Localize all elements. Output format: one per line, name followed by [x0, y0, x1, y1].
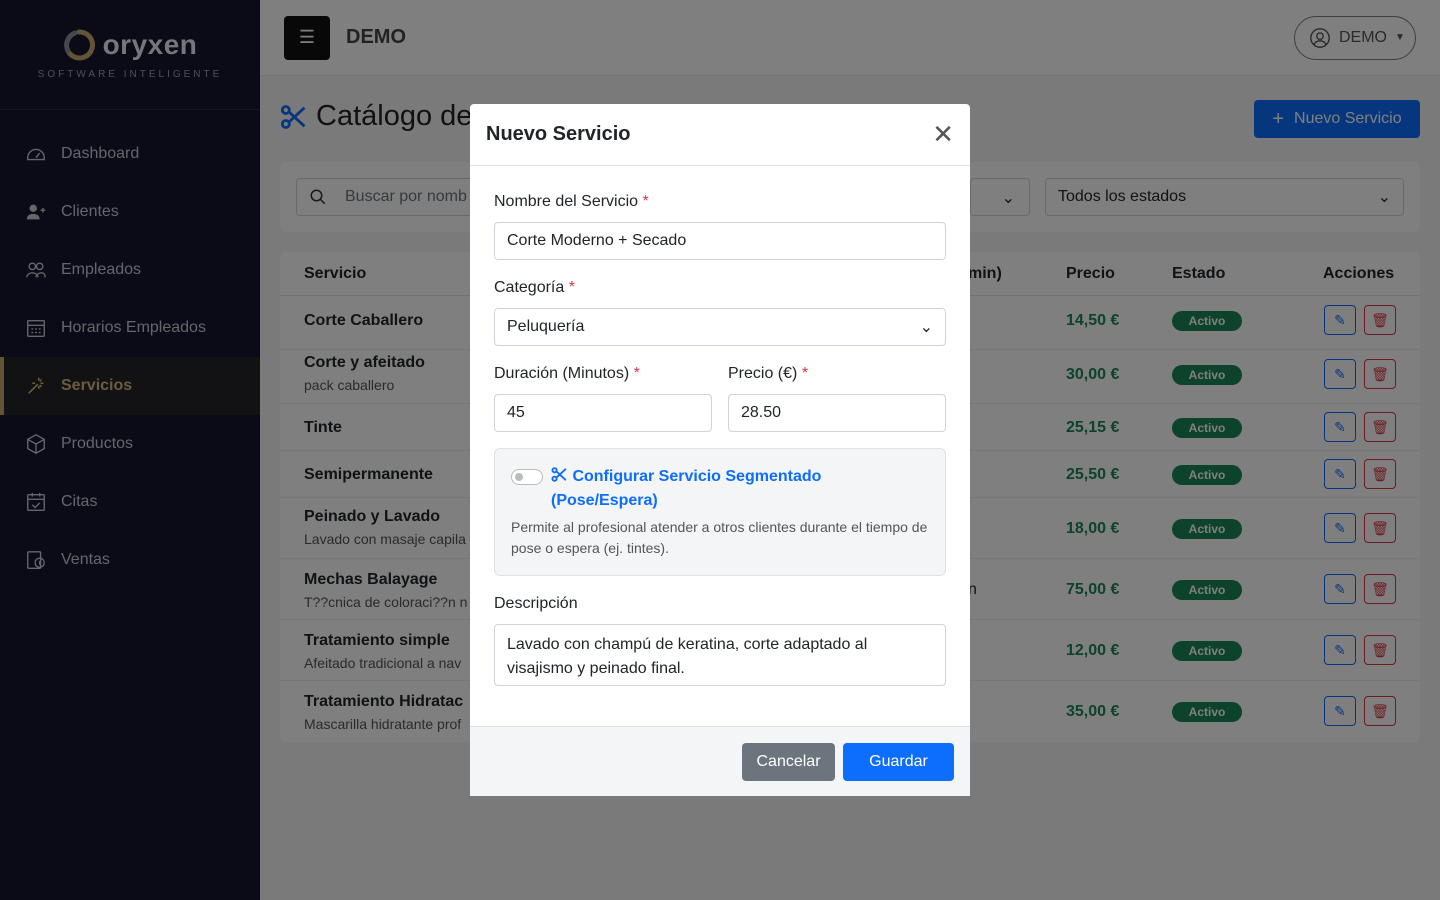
- category-label: Categoría *: [494, 279, 575, 297]
- required-mark: *: [633, 365, 640, 382]
- category-value: Peluquería: [507, 318, 585, 335]
- scissors-icon: [551, 467, 567, 482]
- duration-label-text: Duración (Minutos): [494, 365, 630, 382]
- required-mark: *: [642, 193, 649, 210]
- price-label-text: Precio (€): [728, 365, 798, 382]
- modal-header: Nuevo Servicio ✕: [470, 104, 970, 166]
- category-label-text: Categoría: [494, 279, 565, 296]
- required-mark: *: [801, 365, 809, 382]
- service-name-field[interactable]: Corte Moderno + Secado: [494, 222, 946, 260]
- close-icon[interactable]: ✕: [932, 119, 954, 150]
- modal-footer: Cancelar Guardar: [470, 726, 970, 796]
- chevron-down-icon: ⌄: [919, 319, 933, 336]
- price-label: Precio (€) *: [728, 365, 808, 383]
- new-service-modal: Nuevo Servicio ✕ Nombre del Servicio * C…: [470, 104, 970, 796]
- description-textarea[interactable]: Lavado con champú de keratina, corte ada…: [494, 624, 946, 686]
- segmented-toggle[interactable]: [511, 469, 543, 485]
- cancel-button[interactable]: Cancelar: [742, 743, 835, 781]
- segmented-service-panel: Configurar Servicio Segmentado (Pose/Esp…: [494, 448, 946, 576]
- segmented-help: Permite al profesional atender a otros c…: [511, 519, 928, 556]
- duration-label: Duración (Minutos) *: [494, 365, 640, 383]
- save-button[interactable]: Guardar: [843, 743, 954, 781]
- description-label: Descripción: [494, 595, 578, 612]
- category-select[interactable]: Peluquería ⌄: [494, 308, 946, 346]
- modal-title: Nuevo Servicio: [486, 123, 631, 145]
- name-label-text: Nombre del Servicio: [494, 193, 639, 210]
- price-field[interactable]: 28.50: [728, 394, 946, 432]
- required-mark: *: [568, 279, 575, 296]
- segmented-title-text: Configurar Servicio Segmentado (Pose/Esp…: [551, 468, 822, 509]
- name-label: Nombre del Servicio *: [494, 193, 649, 211]
- segmented-title[interactable]: Configurar Servicio Segmentado (Pose/Esp…: [551, 465, 871, 513]
- duration-field[interactable]: 45: [494, 394, 712, 432]
